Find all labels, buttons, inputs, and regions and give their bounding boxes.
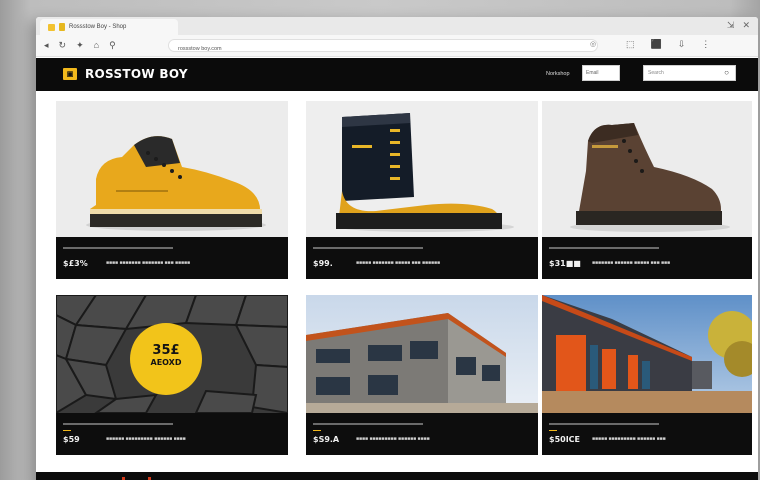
- product-caption: $50ICE ■■■■■ ■■■■■■■■■ ■■■■■■ ■■■: [542, 413, 752, 455]
- product-price: $S9.A: [313, 435, 340, 444]
- nav-link[interactable]: Norkshop: [546, 71, 570, 77]
- favicon-secondary-icon: [59, 23, 65, 31]
- restore-icon[interactable]: ⇲: [727, 20, 735, 31]
- profile-icon[interactable]: ⬛: [651, 39, 662, 50]
- search-icon[interactable]: ⚲: [109, 40, 116, 51]
- window-controls: ⇲ ✕: [727, 20, 750, 31]
- product-caption: $99. ■■■■■ ■■■■■■■ ■■■■■ ■■■ ■■■■■■: [306, 237, 538, 279]
- search-button-icon[interactable]: ○: [724, 68, 729, 77]
- product-price: $59: [63, 435, 80, 444]
- promo-card[interactable]: $50ICE ■■■■■ ■■■■■■■■■ ■■■■■■ ■■■: [542, 295, 752, 473]
- caption-rule: [313, 247, 423, 249]
- search-placeholder: Search: [648, 70, 664, 76]
- product-price: $50ICE: [549, 435, 581, 444]
- tab-title: Rossstow Boy - Shop: [69, 24, 127, 30]
- sale-badge-line2: AEOXD: [150, 358, 182, 367]
- black-yellow-boot-image: [306, 101, 538, 237]
- product-caption: $S9.A ■■■■ ■■■■■■■■■ ■■■■■■ ■■■■: [306, 413, 538, 455]
- caption-rule: [549, 247, 659, 249]
- home-icon[interactable]: ⌂: [94, 40, 99, 51]
- caption-accent: [63, 430, 71, 431]
- tabs-icon[interactable]: ⬚: [626, 39, 635, 50]
- product-description: ■■■■ ■■■■■■■ ■■■■■■■ ■■■ ■■■■■: [106, 260, 191, 266]
- product-description: ■■■■■■ ■■■■■■■■■ ■■■■■■ ■■■■: [106, 436, 186, 442]
- promo-card[interactable]: 35£ AEOXD $59 ■■■■■■ ■■■■■■■■■ ■■■■■■ ■■…: [56, 295, 288, 473]
- site-header: ▣ ROSSTOW BOY Norkshop Email Search ○: [36, 58, 758, 91]
- grey-warehouse-image: [306, 295, 538, 413]
- product-description: ■■■■■■■ ■■■■■■ ■■■■■ ■■■ ■■■: [592, 260, 671, 266]
- caption-rule: [63, 423, 173, 425]
- caption-rule: [313, 423, 423, 425]
- extension-icon[interactable]: ✦: [76, 40, 84, 51]
- back-icon[interactable]: ◂: [44, 40, 49, 51]
- tab-strip: Rossstow Boy - Shop ⇲ ✕: [36, 17, 758, 35]
- product-card[interactable]: $£3% ■■■■ ■■■■■■■ ■■■■■■■ ■■■ ■■■■■: [56, 101, 288, 279]
- caption-accent: [549, 430, 557, 431]
- product-price: $31■■: [549, 259, 581, 268]
- promo-card[interactable]: $S9.A ■■■■ ■■■■■■■■■ ■■■■■■ ■■■■: [306, 295, 538, 473]
- close-window-icon[interactable]: ✕: [742, 20, 750, 31]
- menu-icon[interactable]: ⋮: [701, 39, 710, 50]
- browser-window: Rossstow Boy - Shop ⇲ ✕ ◂ ↻ ✦ ⌂ ⚲ ◎ ⬚ ⬛ …: [36, 17, 758, 480]
- logo-icon[interactable]: ▣: [63, 68, 77, 80]
- product-caption: $59 ■■■■■■ ■■■■■■■■■ ■■■■■■ ■■■■: [56, 413, 288, 455]
- nav-buttons: ◂ ↻ ✦ ⌂ ⚲: [44, 40, 116, 51]
- product-card[interactable]: $99. ■■■■■ ■■■■■■■ ■■■■■ ■■■ ■■■■■■: [306, 101, 538, 279]
- yellow-boot-image: [56, 101, 288, 237]
- favicon-icon: [48, 23, 55, 31]
- address-text: rossstow boy.com: [178, 46, 222, 52]
- product-description: ■■■■■ ■■■■■■■■■ ■■■■■■ ■■■: [592, 436, 666, 442]
- brown-boot-image: [542, 101, 752, 237]
- address-info-icon[interactable]: ◎: [590, 40, 596, 48]
- sale-badge[interactable]: 35£ AEOXD: [134, 343, 198, 367]
- product-card[interactable]: $31■■ ■■■■■■■ ■■■■■■ ■■■■■ ■■■ ■■■: [542, 101, 752, 279]
- search-input[interactable]: Search ○: [643, 65, 736, 81]
- product-price: $99.: [313, 259, 333, 268]
- product-caption: $31■■ ■■■■■■■ ■■■■■■ ■■■■■ ■■■ ■■■: [542, 237, 752, 279]
- caption-accent: [313, 430, 321, 431]
- sale-badge-line1: 35£: [152, 343, 180, 358]
- browser-toolbar: ◂ ↻ ✦ ⌂ ⚲ ◎ ⬚ ⬛ ⇩ ⋮: [36, 35, 758, 57]
- email-field[interactable]: Email: [582, 65, 620, 81]
- browser-tab[interactable]: Rossstow Boy - Shop: [40, 19, 178, 35]
- download-icon[interactable]: ⇩: [678, 39, 686, 50]
- site-footer-bar: [36, 472, 758, 480]
- site-logo-text[interactable]: ROSSTOW BOY: [85, 67, 188, 81]
- caption-rule: [549, 423, 659, 425]
- caption-rule: [63, 247, 173, 249]
- address-bar[interactable]: [168, 39, 598, 52]
- product-description: ■■■■■ ■■■■■■■ ■■■■■ ■■■ ■■■■■■: [356, 260, 441, 266]
- product-price: $£3%: [63, 259, 88, 268]
- orange-warehouse-image: [542, 295, 752, 413]
- reload-icon[interactable]: ↻: [59, 40, 67, 51]
- toolbar-actions: ⬚ ⬛ ⇩ ⋮: [626, 39, 710, 50]
- product-caption: $£3% ■■■■ ■■■■■■■ ■■■■■■■ ■■■ ■■■■■: [56, 237, 288, 279]
- product-description: ■■■■ ■■■■■■■■■ ■■■■■■ ■■■■: [356, 436, 430, 442]
